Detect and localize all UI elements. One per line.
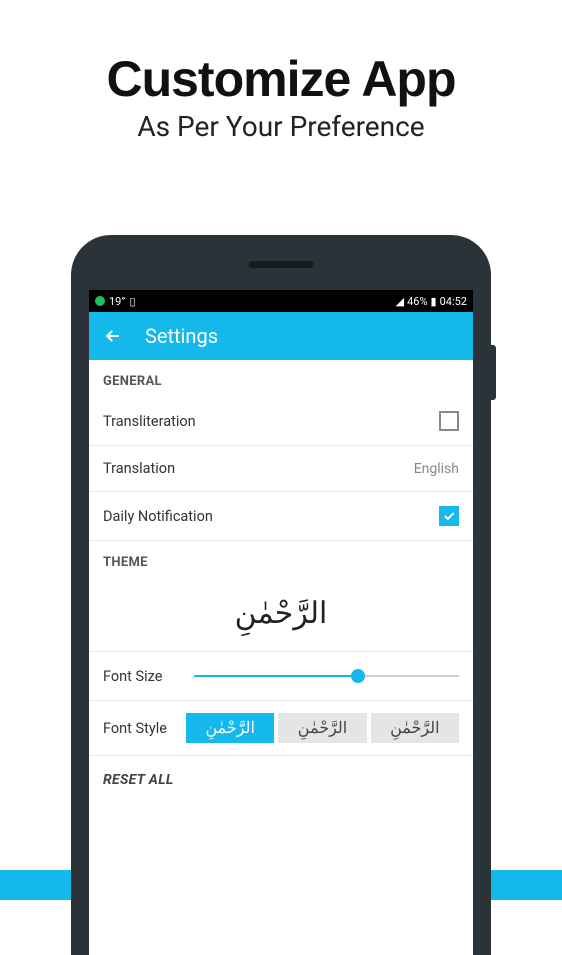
status-dot-icon (95, 296, 105, 306)
arabic-preview: الرَّحْمٰنِ (89, 578, 473, 652)
back-arrow-icon[interactable] (103, 326, 123, 346)
section-header-theme: THEME (89, 541, 473, 578)
font-style-options: الرَّحْمٰنِ الرَّحْمٰنِ الرَّحْمٰنِ (186, 713, 459, 743)
settings-content: GENERAL Transliteration Translation Engl… (89, 360, 473, 955)
transliteration-checkbox[interactable] (439, 411, 459, 431)
battery-percent: 46% (407, 295, 427, 308)
section-header-general: GENERAL (89, 360, 473, 397)
battery-icon: ▮ (431, 295, 437, 308)
row-font-size: Font Size (89, 652, 473, 701)
promo-subtitle: As Per Your Preference (0, 110, 562, 143)
row-transliteration[interactable]: Transliteration (89, 397, 473, 446)
translation-value: English (414, 461, 459, 477)
appbar-title: Settings (145, 324, 218, 348)
status-icon: ▯ (129, 295, 135, 308)
font-style-option-3[interactable]: الرَّحْمٰنِ (371, 713, 459, 743)
font-size-label: Font Size (103, 668, 178, 685)
daily-notification-checkbox[interactable] (439, 506, 459, 526)
status-temp: 19° (109, 295, 125, 308)
status-bar: 19° ▯ ◢ 46% ▮ 04:52 (89, 290, 473, 312)
row-font-style: Font Style الرَّحْمٰنِ الرَّحْمٰنِ الرَّ… (89, 701, 473, 756)
daily-notification-label: Daily Notification (103, 508, 213, 525)
phone-frame: 19° ▯ ◢ 46% ▮ 04:52 Settings GENERAL Tra… (71, 235, 491, 955)
app-bar: Settings (89, 312, 473, 360)
promo-title: Customize App (0, 50, 562, 108)
row-translation[interactable]: Translation English (89, 446, 473, 492)
font-style-option-1[interactable]: الرَّحْمٰنِ (186, 713, 274, 743)
reset-all-button[interactable]: RESET ALL (89, 756, 473, 804)
translation-label: Translation (103, 460, 175, 477)
font-style-option-2[interactable]: الرَّحْمٰنِ (278, 713, 366, 743)
signal-icon: ◢ (396, 295, 404, 308)
phone-side-button (491, 345, 496, 400)
promo-header: Customize App As Per Your Preference (0, 0, 562, 143)
font-style-label: Font Style (103, 720, 178, 737)
row-daily-notification[interactable]: Daily Notification (89, 492, 473, 541)
font-size-slider[interactable] (194, 666, 459, 686)
transliteration-label: Transliteration (103, 413, 196, 430)
status-time: 04:52 (440, 295, 467, 308)
screen: 19° ▯ ◢ 46% ▮ 04:52 Settings GENERAL Tra… (89, 290, 473, 955)
phone-speaker (249, 261, 314, 268)
